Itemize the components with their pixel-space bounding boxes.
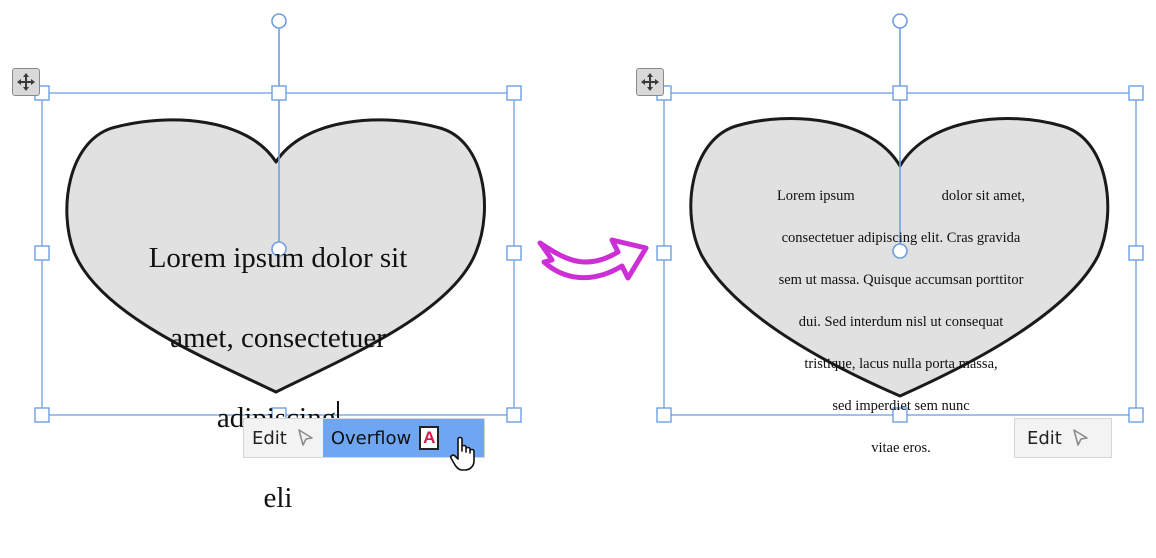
resize-handle-se <box>1128 407 1144 423</box>
resize-handle-n <box>271 85 287 101</box>
text-line: eli <box>263 482 293 514</box>
select-arrow-icon <box>298 429 313 446</box>
edit-button[interactable]: Edit <box>1015 419 1098 457</box>
text-overflow-icon: A <box>419 426 440 450</box>
resize-handle-ne <box>506 85 522 101</box>
rotate-handle-right[interactable] <box>892 13 908 29</box>
text-line: tristique, lacus nulla porta massa, <box>804 356 998 372</box>
overflow-label: Overflow <box>330 427 412 449</box>
move-arrows-icon[interactable] <box>12 68 40 96</box>
text-line: amet, consectetuer <box>170 322 386 354</box>
resize-handle-se <box>506 407 522 423</box>
text-line: consectetuer adipiscing elit. Cras gravi… <box>781 230 1021 246</box>
resize-handle-ne <box>1128 85 1144 101</box>
text-line: Lorem ipsum dolor sit amet, <box>776 188 1026 204</box>
resize-handle-e <box>1128 245 1144 261</box>
rotate-handle-left[interactable] <box>271 13 287 29</box>
text-line: sed imperdiet sem nunc <box>832 398 970 414</box>
resize-handle-w <box>656 245 672 261</box>
edit-label: Edit <box>1027 427 1062 449</box>
shape-toolbar-right: Edit <box>1014 418 1112 458</box>
shape-text-left[interactable]: Lorem ipsum dolor sit amet, consectetuer… <box>108 198 448 558</box>
edit-label: Edit <box>252 427 287 449</box>
resize-handle-sw <box>656 407 672 423</box>
text-line: Lorem ipsum dolor sit <box>148 242 408 274</box>
text-line: sem ut massa. Quisque accumsan porttitor <box>778 272 1024 288</box>
move-arrows-icon[interactable] <box>636 68 664 96</box>
edit-button[interactable]: Edit <box>244 419 323 457</box>
resize-handle-e <box>506 245 522 261</box>
resize-handle-sw <box>34 407 50 423</box>
select-arrow-icon <box>1073 429 1088 446</box>
overflow-icon-glyph: A <box>423 428 436 447</box>
stage: Lorem ipsum dolor sit amet, consectetuer… <box>0 0 1156 514</box>
resize-handle-n <box>892 85 908 101</box>
resize-handle-w <box>34 245 50 261</box>
hand-pointer-icon <box>450 436 475 471</box>
text-line: dui. Sed interdum nisl ut consequat <box>798 314 1004 330</box>
curved-arrow-icon <box>537 237 649 281</box>
